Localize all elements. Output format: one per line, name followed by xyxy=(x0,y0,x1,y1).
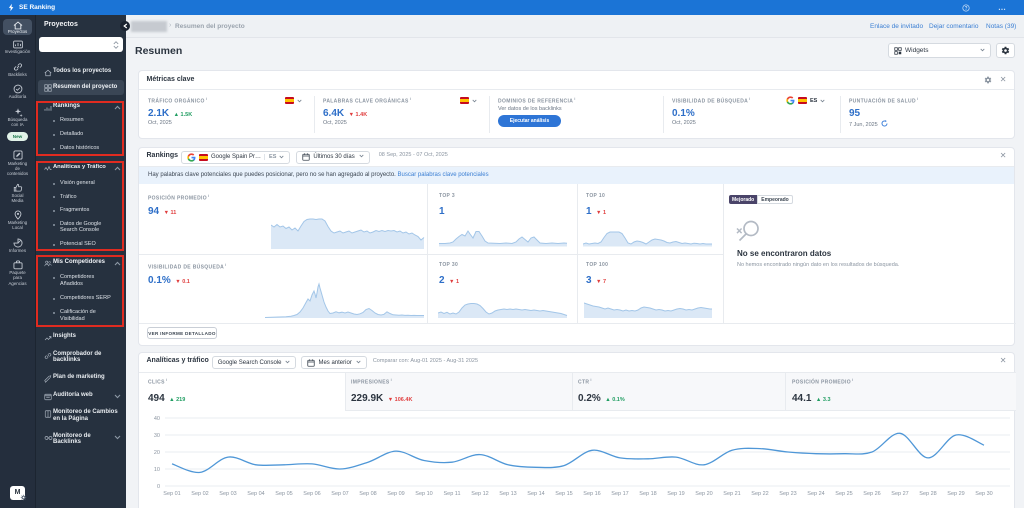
svg-text:10: 10 xyxy=(154,467,160,473)
svg-text:Sep 06: Sep 06 xyxy=(303,491,320,497)
svg-text:Sep 22: Sep 22 xyxy=(751,491,768,497)
svg-text:Sep 17: Sep 17 xyxy=(611,491,628,497)
svg-text:40: 40 xyxy=(154,416,160,422)
svg-text:Sep 04: Sep 04 xyxy=(247,491,264,497)
svg-text:0: 0 xyxy=(157,484,160,490)
svg-text:Sep 27: Sep 27 xyxy=(891,491,908,497)
svg-text:Sep 21: Sep 21 xyxy=(723,491,740,497)
svg-text:Sep 26: Sep 26 xyxy=(863,491,880,497)
svg-text:Sep 03: Sep 03 xyxy=(219,491,236,497)
svg-text:Sep 29: Sep 29 xyxy=(947,491,964,497)
svg-text:Sep 30: Sep 30 xyxy=(975,491,992,497)
svg-text:Sep 05: Sep 05 xyxy=(275,491,292,497)
svg-text:Sep 09: Sep 09 xyxy=(387,491,404,497)
svg-text:Sep 01: Sep 01 xyxy=(163,491,180,497)
svg-text:Sep 07: Sep 07 xyxy=(331,491,348,497)
svg-text:Sep 12: Sep 12 xyxy=(471,491,488,497)
svg-text:Sep 02: Sep 02 xyxy=(191,491,208,497)
svg-text:Sep 28: Sep 28 xyxy=(919,491,936,497)
svg-text:Sep 10: Sep 10 xyxy=(415,491,432,497)
svg-text:Sep 18: Sep 18 xyxy=(639,491,656,497)
svg-text:Sep 23: Sep 23 xyxy=(779,491,796,497)
svg-text:30: 30 xyxy=(154,433,160,439)
svg-text:Sep 20: Sep 20 xyxy=(695,491,712,497)
svg-text:20: 20 xyxy=(154,450,160,456)
svg-text:Sep 16: Sep 16 xyxy=(583,491,600,497)
svg-text:Sep 19: Sep 19 xyxy=(667,491,684,497)
svg-text:Sep 13: Sep 13 xyxy=(499,491,516,497)
svg-text:Sep 11: Sep 11 xyxy=(443,491,460,497)
svg-text:Sep 08: Sep 08 xyxy=(359,491,376,497)
svg-text:Sep 15: Sep 15 xyxy=(555,491,572,497)
svg-text:Sep 24: Sep 24 xyxy=(807,491,824,497)
svg-text:Sep 14: Sep 14 xyxy=(527,491,544,497)
svg-text:Sep 25: Sep 25 xyxy=(835,491,852,497)
